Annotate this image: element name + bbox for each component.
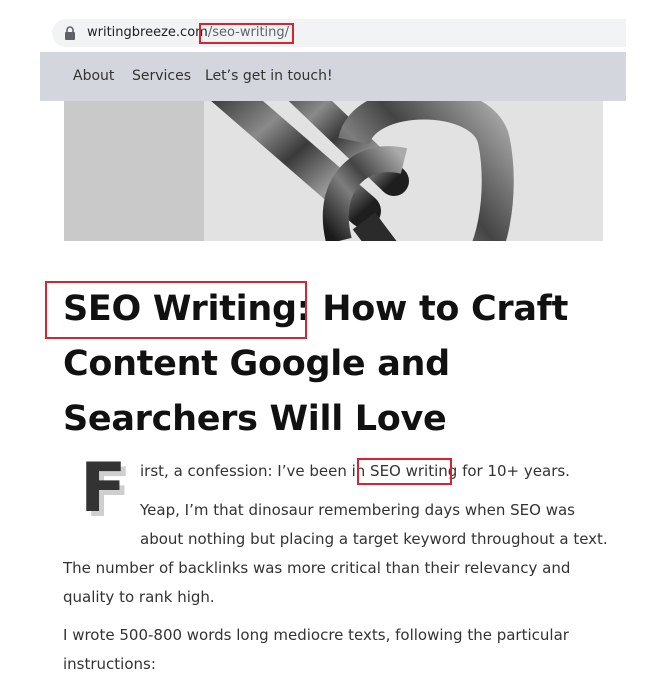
title-highlight-text: SEO Writing: [63, 289, 311, 329]
p2-line4: quality to rank high. [63, 588, 215, 606]
chain-links-image [64, 101, 603, 241]
paragraph-1: irst, a confession: I’ve been in SEO wri… [140, 461, 570, 481]
title-line1-rest: How to Craft [310, 289, 569, 329]
p3-line1: I wrote 500-800 words long mediocre text… [63, 626, 569, 644]
lock-icon [65, 26, 75, 40]
title-line2: Content Google and [63, 344, 450, 384]
drop-cap: F [80, 449, 127, 528]
url-domain: writingbreeze.com [87, 25, 208, 40]
p3-line2: instructions: [63, 655, 156, 673]
title-line3: Searchers Will Love [63, 399, 447, 439]
p2-line2: about nothing but placing a target keywo… [140, 530, 608, 548]
address-bar[interactable]: writingbreeze.com/seo-writing/ [52, 19, 626, 47]
seo-writing-link[interactable]: SEO writing [370, 462, 457, 480]
url-text[interactable]: writingbreeze.com/seo-writing/ [87, 25, 289, 40]
p2-line1: Yeap, I’m that dinosaur remembering days… [140, 501, 575, 519]
site-nav: About Services Let’s get in touch! [40, 52, 626, 101]
p1-after: for 10+ years. [457, 462, 570, 480]
p1-before: irst, a confession: I’ve been in [140, 462, 371, 480]
nav-item-about[interactable]: About [73, 68, 114, 84]
p2-line3: The number of backlinks was more critica… [63, 559, 571, 577]
nav-item-contact[interactable]: Let’s get in touch! [205, 68, 333, 84]
hero-image [64, 101, 603, 241]
url-path: /seo-writing/ [207, 25, 290, 40]
article-title: SEO Writing: How to Craft Content Google… [63, 282, 643, 447]
nav-item-services[interactable]: Services [132, 68, 191, 84]
